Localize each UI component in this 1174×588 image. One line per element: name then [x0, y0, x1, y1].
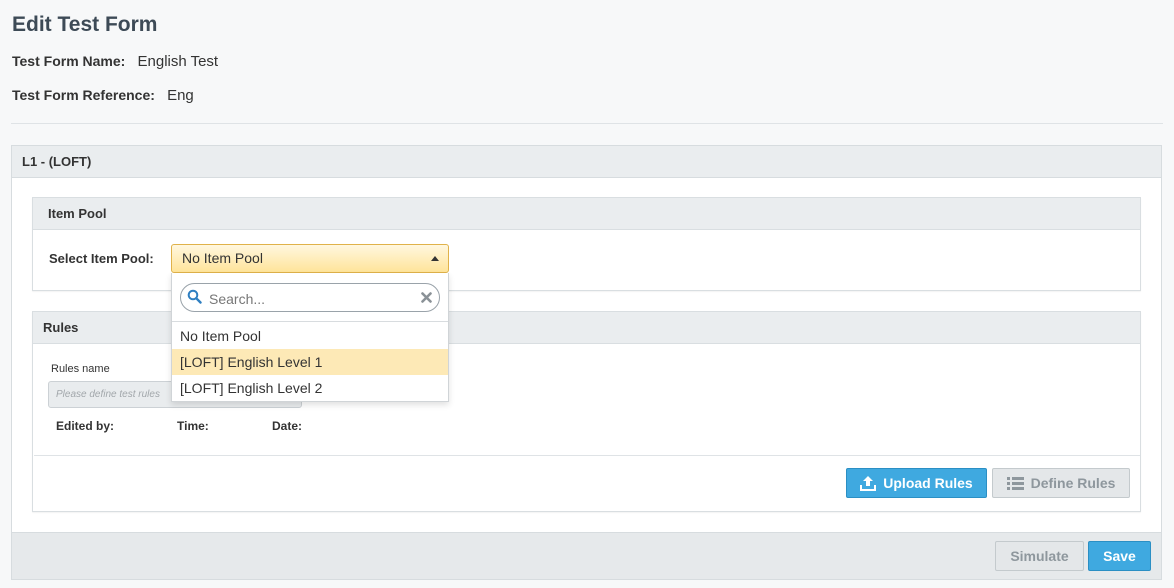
item-pool-selected-value: No Item Pool [182, 250, 263, 266]
upload-rules-button[interactable]: Upload Rules [846, 468, 987, 498]
search-icon [187, 289, 202, 304]
item-pool-option[interactable]: [LOFT] English Level 1 [172, 349, 448, 375]
test-form-name-value: English Test [137, 53, 219, 70]
test-form-name-row: Test Form Name: English Test [12, 53, 218, 70]
edited-by-label: Edited by: [56, 419, 115, 433]
date-label: Date: [272, 419, 303, 433]
simulate-button[interactable]: Simulate [995, 541, 1084, 571]
select-item-pool-label: Select Item Pool: [49, 251, 154, 266]
dropdown-divider [172, 321, 448, 322]
section-title: L1 - (LOFT) [12, 146, 1161, 178]
section-footer [12, 532, 1161, 579]
test-form-name-label: Test Form Name: [12, 53, 126, 69]
list-icon [1006, 476, 1024, 490]
upload-icon [860, 475, 877, 491]
rules-divider [34, 455, 1140, 456]
item-pool-search [180, 283, 440, 312]
item-pool-dropdown: No Item Pool [LOFT] English Level 1 [LOF… [171, 273, 449, 402]
caret-up-icon [431, 256, 439, 261]
define-rules-button[interactable]: Define Rules [992, 468, 1130, 498]
time-label: Time: [177, 419, 209, 433]
page-title: Edit Test Form [12, 13, 158, 36]
item-pool-select[interactable]: No Item Pool [171, 244, 449, 273]
save-button[interactable]: Save [1088, 541, 1151, 571]
test-form-reference-row: Test Form Reference: Eng [12, 87, 194, 104]
item-pool-option[interactable]: [LOFT] English Level 2 [172, 375, 448, 401]
test-form-reference-value: Eng [167, 87, 194, 104]
header-divider [11, 123, 1163, 124]
item-pool-option[interactable]: No Item Pool [172, 323, 448, 349]
item-pool-search-input[interactable] [207, 287, 411, 310]
clear-icon[interactable] [421, 292, 432, 303]
rules-name-label: Rules name [51, 363, 110, 375]
upload-rules-label: Upload Rules [883, 475, 973, 491]
define-rules-label: Define Rules [1030, 475, 1116, 491]
item-pool-title: Item Pool [33, 198, 1140, 230]
test-form-reference-label: Test Form Reference: [12, 87, 155, 103]
